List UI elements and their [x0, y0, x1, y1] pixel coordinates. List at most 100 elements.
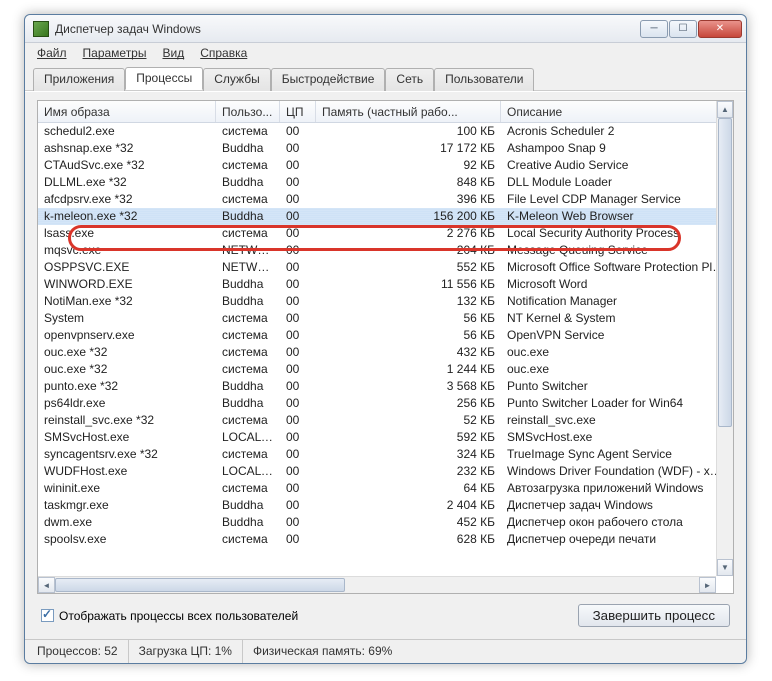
- vertical-scrollbar[interactable]: ▲ ▼: [716, 101, 733, 576]
- scroll-up-icon[interactable]: ▲: [717, 101, 733, 118]
- cell-cpu: 00: [280, 446, 316, 463]
- table-row[interactable]: ps64ldr.exeBuddha00256 КБPunto Switcher …: [38, 395, 733, 412]
- cell-mem: 56 КБ: [316, 327, 501, 344]
- col-description[interactable]: Описание: [501, 101, 733, 122]
- col-user[interactable]: Пользо...: [216, 101, 280, 122]
- cell-mem: 2 276 КБ: [316, 225, 501, 242]
- cell-desc: File Level CDP Manager Service: [501, 191, 733, 208]
- table-row[interactable]: syncagentsrv.exe *32система00324 КБTrueI…: [38, 446, 733, 463]
- col-cpu[interactable]: ЦП: [280, 101, 316, 122]
- cell-cpu: 00: [280, 191, 316, 208]
- tab-performance[interactable]: Быстродействие: [271, 68, 386, 91]
- cell-cpu: 00: [280, 378, 316, 395]
- cell-name: ouc.exe *32: [38, 361, 216, 378]
- table-row[interactable]: OSPPSVC.EXENETWO...00552 КБMicrosoft Off…: [38, 259, 733, 276]
- tab-users[interactable]: Пользователи: [434, 68, 534, 91]
- cell-desc: ouc.exe: [501, 361, 733, 378]
- table-row[interactable]: taskmgr.exeBuddha002 404 КБДиспетчер зад…: [38, 497, 733, 514]
- list-body[interactable]: schedul2.exeсистема00100 КБAcronis Sched…: [38, 123, 733, 593]
- tab-applications[interactable]: Приложения: [33, 68, 125, 91]
- cell-cpu: 00: [280, 531, 316, 548]
- table-row[interactable]: k-meleon.exe *32Buddha00156 200 КБK-Mele…: [38, 208, 733, 225]
- processes-pane: Имя образа Пользо... ЦП Память (частный …: [25, 91, 746, 639]
- cell-mem: 64 КБ: [316, 480, 501, 497]
- tab-services[interactable]: Службы: [203, 68, 270, 91]
- table-row[interactable]: schedul2.exeсистема00100 КБAcronis Sched…: [38, 123, 733, 140]
- table-row[interactable]: punto.exe *32Buddha003 568 КБPunto Switc…: [38, 378, 733, 395]
- scroll-left-icon[interactable]: ◄: [38, 577, 55, 593]
- cell-user: Buddha: [216, 174, 280, 191]
- menubar: Файл Параметры Вид Справка: [25, 43, 746, 63]
- cell-user: система: [216, 123, 280, 140]
- show-all-users-checkbox[interactable]: Отображать процессы всех пользователей: [41, 609, 298, 623]
- table-row[interactable]: ashsnap.exe *32Buddha0017 172 КБAshampoo…: [38, 140, 733, 157]
- app-icon: [33, 21, 49, 37]
- menu-options[interactable]: Параметры: [77, 44, 153, 62]
- table-row[interactable]: spoolsv.exeсистема00628 КБДиспетчер очер…: [38, 531, 733, 548]
- table-row[interactable]: wininit.exeсистема0064 КБАвтозагрузка пр…: [38, 480, 733, 497]
- cell-mem: 100 КБ: [316, 123, 501, 140]
- cell-name: k-meleon.exe *32: [38, 208, 216, 225]
- minimize-button[interactable]: ─: [640, 20, 668, 38]
- table-row[interactable]: SMSvcHost.exeLOCAL ...00592 КБSMSvcHost.…: [38, 429, 733, 446]
- process-list[interactable]: Имя образа Пользо... ЦП Память (частный …: [37, 100, 734, 594]
- cell-desc: Local Security Authority Process: [501, 225, 733, 242]
- scroll-right-icon[interactable]: ►: [699, 577, 716, 593]
- tab-network[interactable]: Сеть: [385, 68, 434, 91]
- cell-name: lsass.exe: [38, 225, 216, 242]
- table-row[interactable]: mqsvc.exeNETWO...00204 КБMessage Queuing…: [38, 242, 733, 259]
- maximize-button[interactable]: ☐: [669, 20, 697, 38]
- table-row[interactable]: reinstall_svc.exe *32система0052 КБreins…: [38, 412, 733, 429]
- cell-mem: 11 556 КБ: [316, 276, 501, 293]
- end-process-button[interactable]: Завершить процесс: [578, 604, 730, 627]
- table-row[interactable]: CTAudSvc.exe *32система0092 КБCreative A…: [38, 157, 733, 174]
- col-image-name[interactable]: Имя образа: [38, 101, 216, 122]
- table-row[interactable]: WUDFHost.exeLOCAL ...00232 КБWindows Dri…: [38, 463, 733, 480]
- cell-cpu: 00: [280, 344, 316, 361]
- cell-name: openvpnserv.exe: [38, 327, 216, 344]
- cell-name: syncagentsrv.exe *32: [38, 446, 216, 463]
- table-row[interactable]: ouc.exe *32система001 244 КБouc.exe: [38, 361, 733, 378]
- menu-help[interactable]: Справка: [194, 44, 253, 62]
- scroll-thumb[interactable]: [718, 118, 732, 427]
- checkbox-icon[interactable]: [41, 609, 54, 622]
- table-row[interactable]: WINWORD.EXEBuddha0011 556 КБMicrosoft Wo…: [38, 276, 733, 293]
- table-row[interactable]: NotiMan.exe *32Buddha00132 КБNotificatio…: [38, 293, 733, 310]
- table-row[interactable]: lsass.exeсистема002 276 КБLocal Security…: [38, 225, 733, 242]
- cell-name: WINWORD.EXE: [38, 276, 216, 293]
- tab-processes[interactable]: Процессы: [125, 67, 203, 90]
- titlebar[interactable]: Диспетчер задач Windows ─ ☐ ✕: [25, 15, 746, 43]
- menu-file[interactable]: Файл: [31, 44, 73, 62]
- scroll-down-icon[interactable]: ▼: [717, 559, 733, 576]
- cell-cpu: 00: [280, 293, 316, 310]
- table-row[interactable]: dwm.exeBuddha00452 КБДиспетчер окон рабо…: [38, 514, 733, 531]
- task-manager-window: Диспетчер задач Windows ─ ☐ ✕ Файл Парам…: [24, 14, 747, 664]
- cell-user: Buddha: [216, 514, 280, 531]
- window-title: Диспетчер задач Windows: [55, 22, 640, 36]
- menu-view[interactable]: Вид: [156, 44, 190, 62]
- cell-desc: Диспетчер задач Windows: [501, 497, 733, 514]
- horizontal-scrollbar[interactable]: ◄ ►: [38, 576, 716, 593]
- cell-user: система: [216, 327, 280, 344]
- col-memory[interactable]: Память (частный рабо...: [316, 101, 501, 122]
- cell-user: Buddha: [216, 208, 280, 225]
- cell-desc: Диспетчер очереди печати: [501, 531, 733, 548]
- cell-name: System: [38, 310, 216, 327]
- cell-cpu: 00: [280, 395, 316, 412]
- table-row[interactable]: Systemсистема0056 КБNT Kernel & System: [38, 310, 733, 327]
- cell-mem: 132 КБ: [316, 293, 501, 310]
- table-row[interactable]: afcdpsrv.exe *32система00396 КБFile Leve…: [38, 191, 733, 208]
- cell-name: CTAudSvc.exe *32: [38, 157, 216, 174]
- cell-name: SMSvcHost.exe: [38, 429, 216, 446]
- cell-name: ouc.exe *32: [38, 344, 216, 361]
- cell-user: Buddha: [216, 140, 280, 157]
- cell-mem: 592 КБ: [316, 429, 501, 446]
- hscroll-thumb[interactable]: [55, 578, 345, 592]
- table-row[interactable]: DLLML.exe *32Buddha00848 КБDLL Module Lo…: [38, 174, 733, 191]
- cell-mem: 628 КБ: [316, 531, 501, 548]
- table-row[interactable]: ouc.exe *32система00432 КБouc.exe: [38, 344, 733, 361]
- table-row[interactable]: openvpnserv.exeсистема0056 КБOpenVPN Ser…: [38, 327, 733, 344]
- close-button[interactable]: ✕: [698, 20, 742, 38]
- cell-mem: 52 КБ: [316, 412, 501, 429]
- cell-mem: 1 244 КБ: [316, 361, 501, 378]
